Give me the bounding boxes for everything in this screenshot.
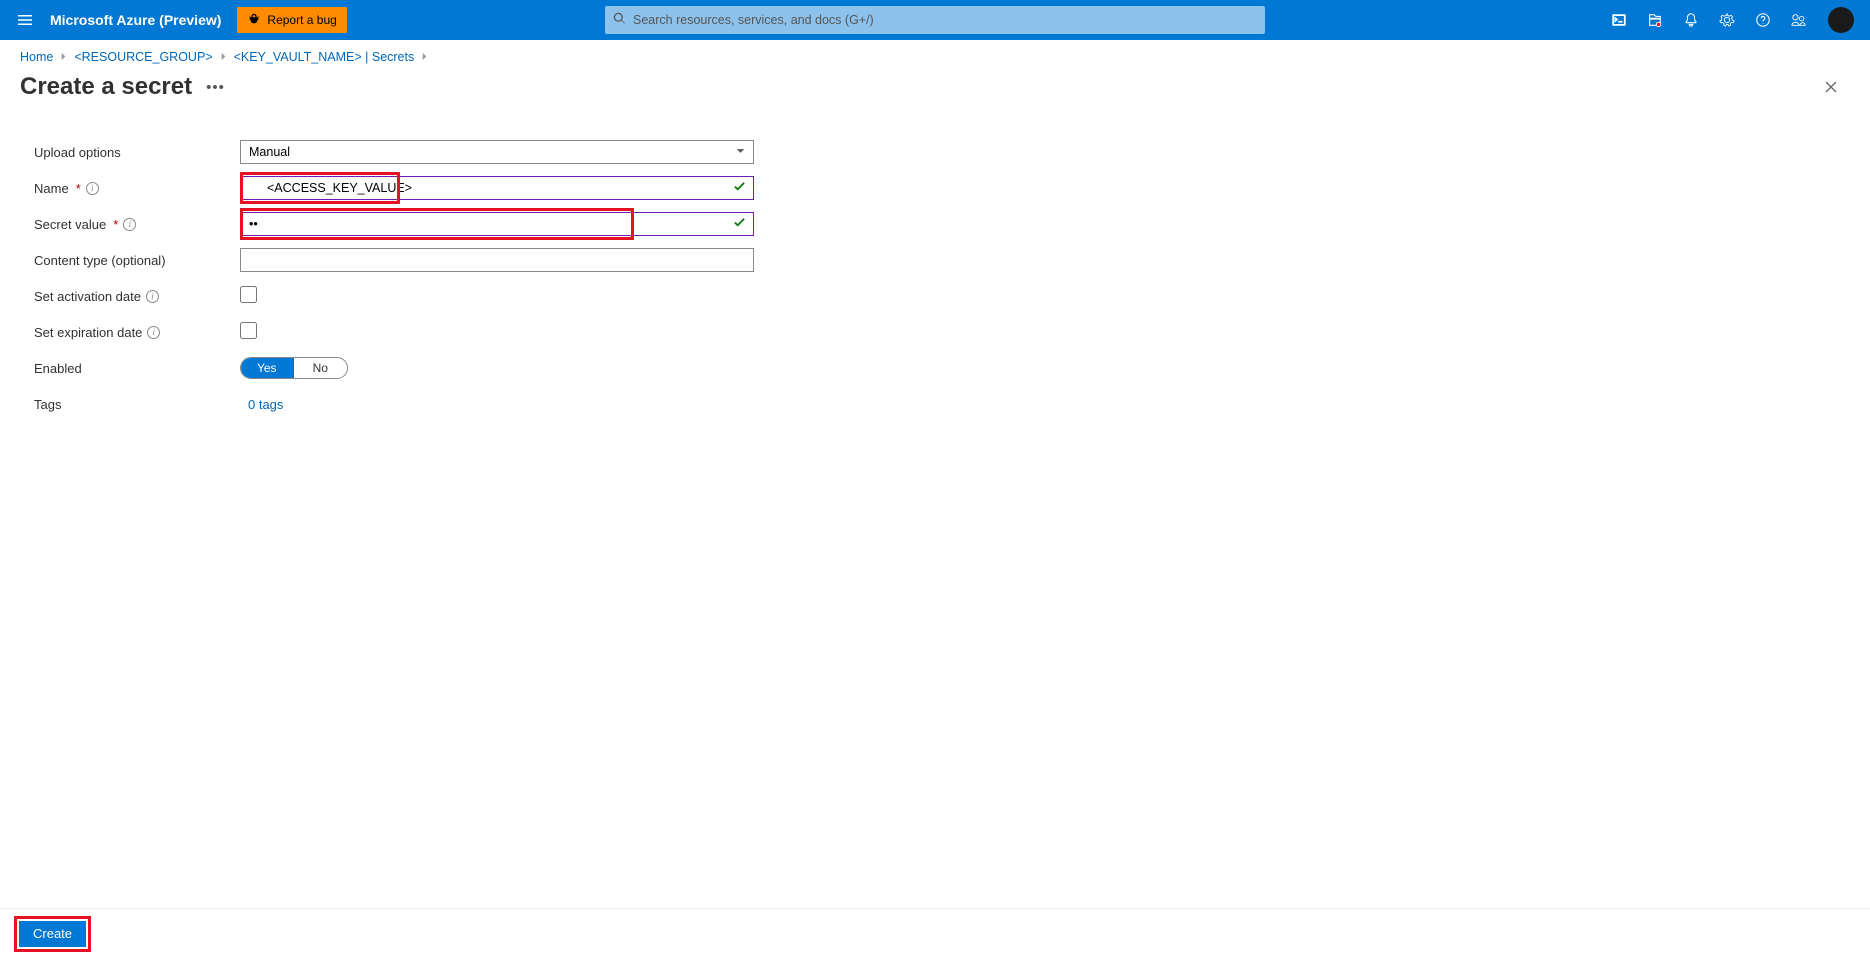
- name-label: Name* i: [34, 181, 240, 196]
- toggle-no[interactable]: No: [294, 358, 348, 378]
- cloud-shell-icon[interactable]: [1602, 0, 1636, 40]
- activation-date-label: Set activation date i: [34, 289, 240, 304]
- brand-label[interactable]: Microsoft Azure (Preview): [50, 12, 221, 28]
- content-type-label: Content type (optional): [34, 253, 240, 268]
- breadcrumb: Home <RESOURCE_GROUP> <KEY_VAULT_NAME> |…: [0, 40, 1870, 70]
- search-icon: [613, 12, 626, 28]
- help-icon[interactable]: [1746, 0, 1780, 40]
- highlight-box: Create: [14, 916, 91, 952]
- hamburger-menu-icon[interactable]: [10, 5, 40, 35]
- secret-value-input[interactable]: [240, 212, 754, 236]
- create-button[interactable]: Create: [19, 921, 86, 947]
- expiration-date-label: Set expiration date i: [34, 325, 240, 340]
- topbar-right: [1602, 0, 1860, 40]
- enabled-toggle[interactable]: Yes No: [240, 357, 348, 379]
- name-input[interactable]: [240, 176, 754, 200]
- crumb-home[interactable]: Home: [20, 50, 53, 64]
- more-actions-button[interactable]: •••: [206, 79, 225, 96]
- search-input[interactable]: [605, 6, 1265, 34]
- avatar[interactable]: [1828, 7, 1854, 33]
- info-icon[interactable]: i: [123, 218, 136, 231]
- chevron-right-icon: [219, 50, 228, 64]
- title-row: Create a secret •••: [0, 70, 1870, 112]
- crumb-kv[interactable]: <KEY_VAULT_NAME> | Secrets: [234, 50, 415, 64]
- crumb-rg[interactable]: <RESOURCE_GROUP>: [74, 50, 212, 64]
- report-bug-label: Report a bug: [267, 13, 336, 27]
- search-container: [605, 6, 1265, 34]
- check-icon: [733, 180, 746, 196]
- info-icon[interactable]: i: [86, 182, 99, 195]
- info-icon[interactable]: i: [147, 326, 160, 339]
- chevron-right-icon: [420, 50, 429, 64]
- info-icon[interactable]: i: [146, 290, 159, 303]
- top-bar: Microsoft Azure (Preview) Report a bug: [0, 0, 1870, 40]
- check-icon: [733, 216, 746, 232]
- toggle-yes[interactable]: Yes: [240, 357, 294, 379]
- directories-icon[interactable]: [1638, 0, 1672, 40]
- expiration-date-checkbox[interactable]: [240, 322, 257, 339]
- settings-gear-icon[interactable]: [1710, 0, 1744, 40]
- feedback-icon[interactable]: [1782, 0, 1816, 40]
- content-type-input[interactable]: [240, 248, 754, 272]
- page-title: Create a secret: [20, 73, 192, 101]
- tags-label: Tags: [34, 397, 240, 412]
- notifications-icon[interactable]: [1674, 0, 1708, 40]
- enabled-label: Enabled: [34, 361, 240, 376]
- tags-link[interactable]: 0 tags: [240, 397, 283, 412]
- chevron-right-icon: [59, 50, 68, 64]
- form: Upload options Manual Name* i Secret val…: [0, 112, 820, 444]
- close-blade-button[interactable]: [1816, 72, 1846, 102]
- activation-date-checkbox[interactable]: [240, 286, 257, 303]
- upload-options-select[interactable]: Manual: [240, 140, 754, 164]
- footer-bar: Create: [0, 908, 1870, 958]
- secret-value-label: Secret value* i: [34, 217, 240, 232]
- upload-options-label: Upload options: [34, 145, 240, 160]
- bug-icon: [247, 12, 261, 29]
- report-bug-button[interactable]: Report a bug: [237, 7, 346, 33]
